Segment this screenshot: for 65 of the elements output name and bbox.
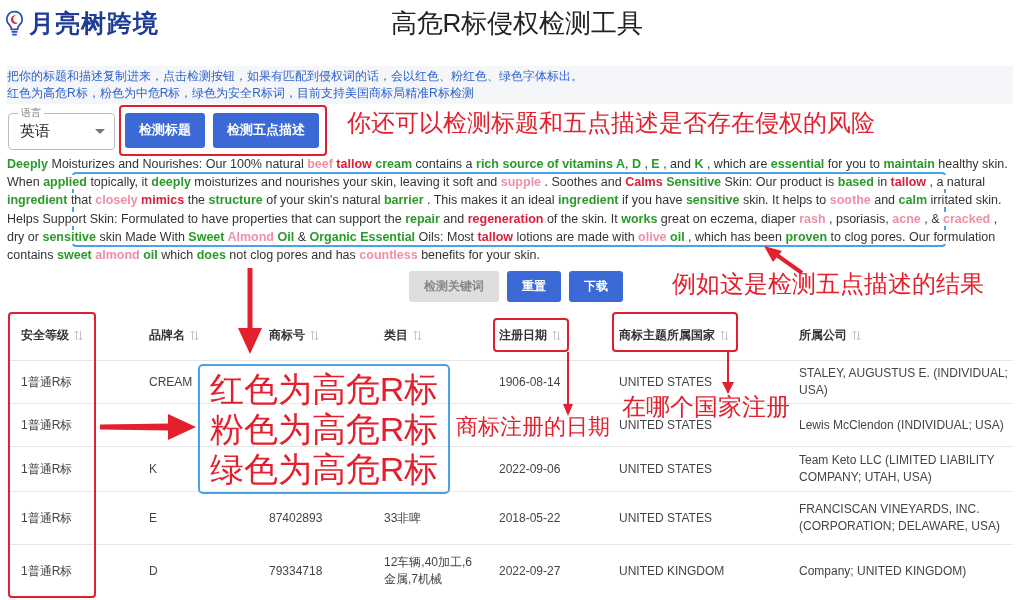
sort-icon[interactable] [190, 330, 199, 342]
table-cell: 1普通R标 [21, 510, 73, 525]
table-cell: 12车辆,40加工,6金属,7机械 [384, 555, 473, 587]
arrow-icon [722, 352, 734, 394]
arrow-icon [238, 268, 262, 354]
table-cell: 1普通R标 [21, 374, 73, 389]
table-cell: CREAM [149, 374, 193, 389]
sort-icon[interactable] [720, 330, 729, 342]
table-cell: 2022-09-06 [499, 461, 561, 476]
column-header[interactable]: 品牌名 [149, 327, 185, 345]
table-cell: 2018-05-22 [499, 510, 561, 525]
annotation-note: 商标注册的日期 [456, 415, 610, 439]
table-cell: STALEY, AUGUSTUS E. (INDIVIDUAL; USA) [799, 366, 1008, 398]
legend-text: 红色为高危R标 [209, 369, 439, 409]
column-header[interactable]: 类目 [384, 327, 408, 345]
column-header[interactable]: 所属公司 [799, 327, 847, 345]
table-cell: UNITED STATES [619, 374, 712, 389]
table-cell: Team Keto LLC (LIMITED LIABILITY COMPANY; UTAH, USA) [799, 453, 995, 485]
table-cell: UNITED STATES [619, 510, 712, 525]
table-cell: FRANCISCAN VINEYARDS, INC. (CORPORATION; DELAWARE, USA) [799, 502, 1000, 534]
instruction-text: 把你的标题和描述复制进来，点击检测按钮，如果有匹配到侵权词的话，会以红色、粉红色、绿色字体标出。 [7, 68, 583, 85]
arrow-icon [100, 414, 196, 440]
sort-icon[interactable] [852, 330, 861, 342]
check-button[interactable]: 检测五点描述 [213, 112, 319, 148]
arrow-icon [563, 352, 573, 416]
table-cell: K [149, 461, 157, 476]
table-cell: Company; UNITED KINGDOM) [799, 563, 967, 578]
column-header[interactable]: 商标主题所属国家 [619, 327, 715, 345]
action-button[interactable]: 重置 [507, 270, 561, 302]
table-cell: 2022-09-27 [499, 563, 561, 578]
page-title: 高危R标侵权检测工具 [389, 6, 644, 40]
table-cell: Lewis McClendon (INDIVIDUAL; USA) [799, 417, 1004, 432]
sort-icon[interactable] [310, 330, 319, 342]
annotation-note: 你还可以检测标题和五点描述是否存在侵权的风险 [347, 110, 875, 136]
sort-icon[interactable] [74, 330, 83, 342]
table-cell: 1906-08-14 [499, 374, 561, 389]
table-cell: UNITED STATES [619, 417, 712, 432]
annotation-note: 例如这是检测五点描述的结果 [672, 271, 984, 297]
column-header[interactable]: 商标号 [269, 327, 305, 345]
table-cell: 1普通R标 [21, 417, 73, 432]
sort-icon[interactable] [413, 330, 422, 342]
table-cell: 87402893 [269, 510, 323, 525]
table-cell: 1普通R标 [21, 563, 73, 578]
action-button[interactable]: 下载 [569, 270, 623, 302]
table-cell: E [149, 510, 157, 525]
lightbulb-icon [5, 9, 24, 37]
column-header[interactable]: 注册日期 [499, 327, 547, 345]
table-cell: 1普通R标 [21, 461, 73, 476]
table-cell: 33非啤 [384, 510, 422, 525]
annotation-note: 在哪个国家注册 [622, 394, 790, 420]
table-cell: 79334718 [269, 563, 323, 578]
legend-text: 绿色为高危R标 [209, 449, 439, 489]
sort-icon[interactable] [552, 330, 561, 342]
legend-text: 粉色为高危R标 [209, 409, 439, 449]
caret-icon [95, 129, 105, 134]
column-header[interactable]: 安全等级 [21, 327, 69, 345]
instruction-text: 红色为高危R标，粉色为中危R标，绿色为安全R标词，目前支持美国商标局精准R标检测 [7, 85, 474, 102]
arrow-icon [762, 244, 804, 274]
table-cell: D [149, 563, 158, 578]
language-select[interactable]: 语言 英语 [8, 106, 115, 150]
table-cell: UNITED KINGDOM [619, 563, 725, 578]
result-text: Deeply Moisturizes and Nourishes: Our 100% natural beef tallow cream contains a rich source of vitamins A, D , E , and K , which are essential for you to maintain healthy skin. When applied topically, it deeply moisturizes and nourishes your skin, leaving it soft and supple . Soothes and Calms Sensitive Skin: Our product is based in tallow , a natural ingredient that closely mimics the structure of your skin's natural barrier . This makes it an ideal ingredient if you have sensitive skin. It helps to soothe and calm irritated skin. Helps Support Skin: Formulated to have properties that can support the repair and regeneration of the skin. It works great on eczema, diaper rash , psoriasis, acne , & cracked , dry or sensitive skin Made With Sweet Almond Oil & Organic Essential Oils: Most tallow lotions are made with olive oil , which has been proven to clog pores. Our formulation contains sweet almond oil which does not clog pores and has countless benefits for your skin. [7, 156, 1009, 265]
table-cell: UNITED STATES [619, 461, 712, 476]
logo-text: 月亮树跨境 [29, 7, 159, 40]
check-button[interactable]: 检测标题 [125, 112, 205, 148]
